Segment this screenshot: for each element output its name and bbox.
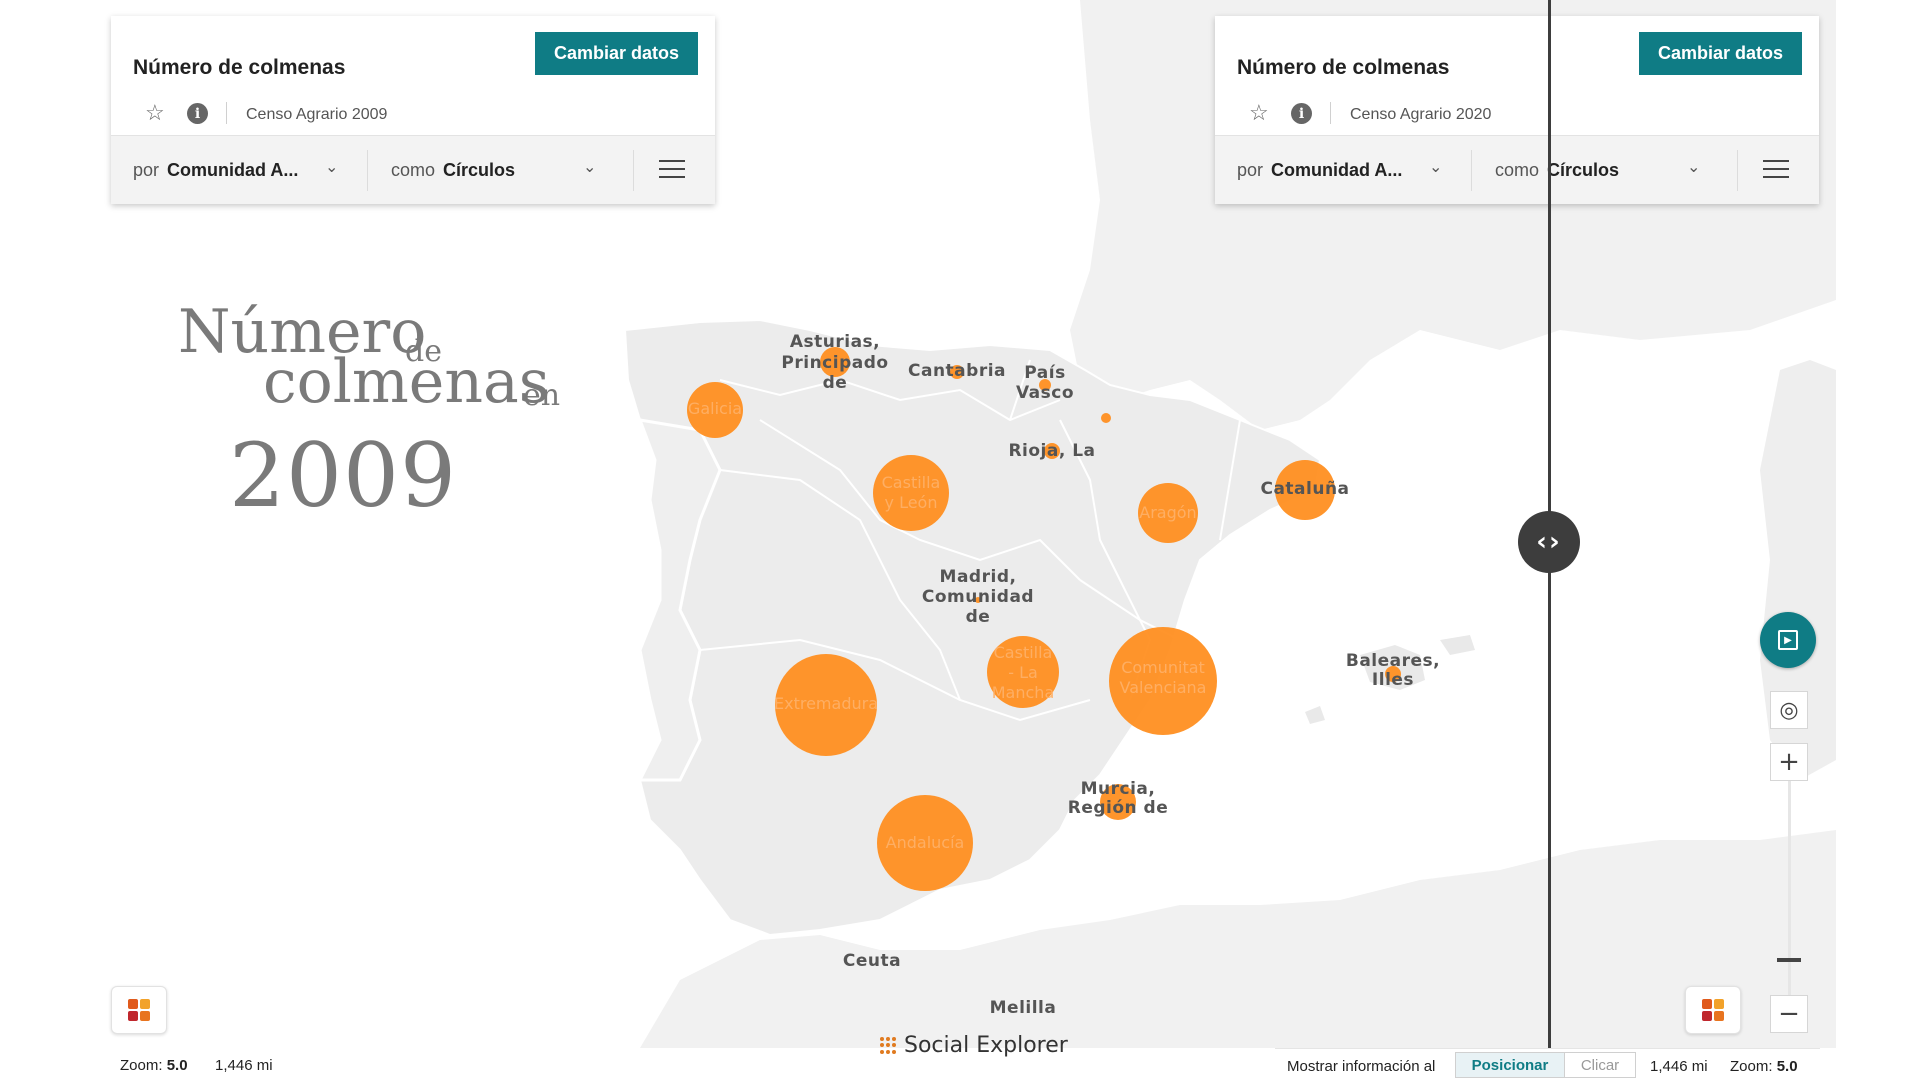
palette-icon[interactable]	[111, 986, 167, 1034]
label-clm-3: Mancha	[992, 683, 1055, 702]
right-geo-value: Comunidad A...	[1271, 160, 1403, 180]
label-extremadura: Extremadura	[774, 694, 878, 713]
left-panel-source: Censo Agrario 2009	[246, 106, 388, 123]
left-distance: 1,446 mi	[215, 1057, 273, 1074]
left-panel-title: Número de colmenas	[133, 56, 346, 79]
position-mode-button[interactable]: Posicionar	[1455, 1052, 1565, 1078]
divider	[1330, 102, 1331, 124]
left-geo-prefix: por	[133, 160, 160, 180]
left-zoom-status: Zoom: 5.0	[120, 1057, 188, 1074]
play-icon[interactable]: ▶	[1760, 612, 1816, 668]
zoom-out-icon[interactable]: −	[1770, 995, 1808, 1033]
label-asturias-1: Asturias,	[790, 332, 880, 352]
chevron-down-icon: ⌄	[325, 159, 339, 176]
locate-icon[interactable]: ◎	[1770, 691, 1808, 729]
zoom-label: Zoom:	[120, 1057, 163, 1074]
divider	[226, 102, 227, 124]
label-rioja: Rioja, La	[1008, 441, 1095, 461]
right-zoom-status: Zoom: 5.0	[1730, 1058, 1798, 1075]
divider	[1471, 150, 1472, 191]
label-madrid-3: de	[966, 607, 991, 627]
swipe-arrows-icon[interactable]: ‹›	[1518, 511, 1580, 573]
social-explorer-logo: Social Explorer	[880, 1033, 1068, 1058]
label-ceuta: Ceuta	[843, 951, 901, 971]
app-root: Galicia Castilla y León Aragón Castilla …	[0, 0, 1920, 1080]
headline-year: 2009	[229, 424, 457, 527]
menu-icon[interactable]	[1763, 160, 1789, 178]
right-panel-toolbar: por Comunidad A... ⌄ como Círculos ⌄	[1215, 135, 1819, 204]
menu-icon[interactable]	[659, 160, 685, 178]
map-headline: Número de colmenas en 2009	[175, 300, 575, 540]
label-baleares-2: Illes	[1372, 670, 1414, 690]
star-icon[interactable]: ☆	[145, 102, 165, 124]
right-type-prefix: como	[1495, 160, 1540, 180]
left-geo-value: Comunidad A...	[167, 160, 299, 180]
left-change-data-button[interactable]: Cambiar datos	[535, 32, 698, 75]
label-andalucia: Andalucía	[886, 833, 965, 852]
label-castilla-leon-1: Castilla	[882, 473, 941, 492]
headline-en: en	[523, 378, 561, 413]
right-panel-header: Número de colmenas Cambiar datos ☆ i Cen…	[1215, 16, 1819, 135]
right-geo-dropdown[interactable]: por Comunidad A... ⌄	[1237, 136, 1467, 205]
label-cataluna: Cataluña	[1260, 479, 1349, 499]
info-icon[interactable]: i	[1291, 103, 1312, 124]
left-panel-header: Número de colmenas Cambiar datos ☆ i Cen…	[111, 16, 715, 135]
left-geo-dropdown[interactable]: por Comunidad A... ⌄	[133, 136, 363, 205]
divider	[633, 150, 634, 191]
click-mode-button[interactable]: Clicar	[1564, 1052, 1636, 1078]
label-aragon: Aragón	[1139, 503, 1196, 522]
label-cantabria: Cantabria	[908, 361, 1006, 381]
right-distance: 1,446 mi	[1650, 1058, 1708, 1075]
label-pais-vasco-2: Vasco	[1016, 383, 1074, 403]
info-mode-bar: Mostrar información al Posicionar Clicar…	[1275, 1048, 1820, 1080]
right-data-panel: Número de colmenas Cambiar datos ☆ i Cen…	[1215, 16, 1819, 204]
info-icon[interactable]: i	[187, 103, 208, 124]
zoom-value: 5.0	[1776, 1058, 1798, 1075]
chevron-down-icon: ⌄	[1429, 159, 1443, 176]
left-data-panel: Número de colmenas Cambiar datos ☆ i Cen…	[111, 16, 715, 204]
chevron-down-icon: ⌄	[1687, 159, 1701, 176]
left-type-dropdown[interactable]: como Círculos ⌄	[391, 136, 611, 205]
label-asturias-3: de	[823, 373, 848, 393]
label-clm-1: Castilla	[994, 643, 1053, 662]
label-pais-vasco-1: País	[1024, 363, 1065, 383]
label-galicia: Galicia	[688, 399, 742, 418]
right-panel-source: Censo Agrario 2020	[1350, 106, 1492, 123]
left-type-value: Círculos	[443, 160, 516, 180]
right-geo-prefix: por	[1237, 160, 1264, 180]
label-castilla-leon-2: y León	[885, 493, 938, 512]
divider	[367, 150, 368, 191]
zoom-in-icon[interactable]: +	[1770, 743, 1808, 781]
label-baleares-1: Baleares,	[1346, 651, 1440, 671]
right-change-data-button[interactable]: Cambiar datos	[1639, 32, 1802, 75]
right-panel-title: Número de colmenas	[1237, 56, 1450, 79]
zoom-value: 5.0	[166, 1057, 188, 1074]
divider	[1737, 150, 1738, 191]
label-melilla: Melilla	[990, 998, 1057, 1018]
label-valenciana-2: Valenciana	[1120, 678, 1207, 697]
left-type-prefix: como	[391, 160, 436, 180]
left-panel-toolbar: por Comunidad A... ⌄ como Círculos ⌄	[111, 135, 715, 204]
label-clm-2: - La	[1008, 663, 1038, 682]
label-madrid-2: Comunidad	[922, 587, 1034, 607]
label-madrid-1: Madrid,	[940, 567, 1017, 587]
logo-text: Social Explorer	[904, 1033, 1068, 1058]
zoom-slider-thumb[interactable]	[1777, 958, 1801, 962]
zoom-slider-track[interactable]	[1788, 781, 1791, 995]
logo-dots-icon	[880, 1036, 898, 1055]
show-info-label: Mostrar información al	[1287, 1058, 1436, 1075]
label-murcia-1: Murcia,	[1081, 779, 1156, 799]
chevron-down-icon: ⌄	[583, 159, 597, 176]
label-murcia-2: Región de	[1068, 798, 1169, 818]
right-type-value: Círculos	[1547, 160, 1620, 180]
right-type-dropdown[interactable]: como Círculos ⌄	[1495, 136, 1715, 205]
label-valenciana-1: Comunitat	[1121, 658, 1205, 677]
bubble-navarra[interactable]	[1101, 413, 1111, 423]
label-asturias-2: Principado	[781, 353, 888, 373]
zoom-label: Zoom:	[1730, 1058, 1773, 1075]
star-icon[interactable]: ☆	[1249, 102, 1269, 124]
headline-line2: colmenas	[263, 347, 550, 417]
palette-icon[interactable]	[1685, 986, 1741, 1034]
